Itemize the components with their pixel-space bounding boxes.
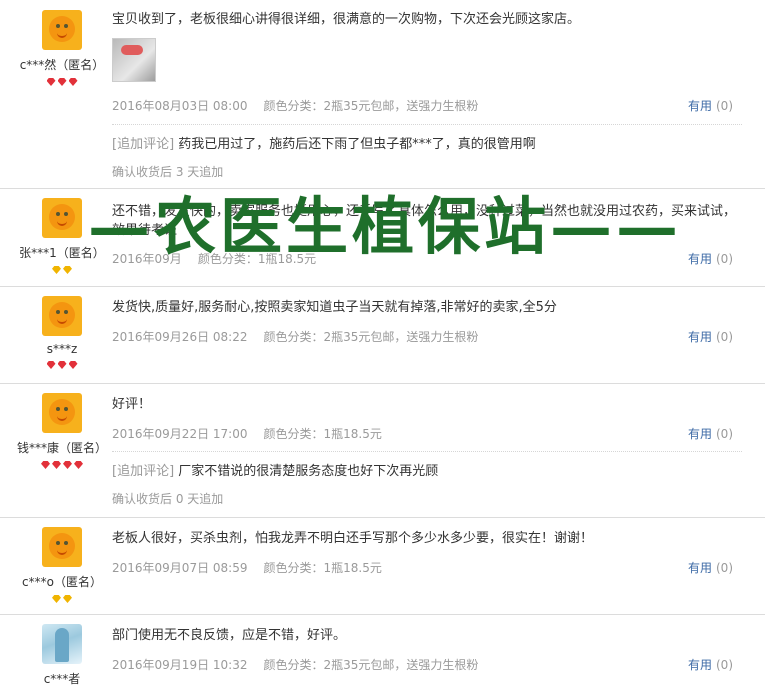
- review-spec: 颜色分类：2瓶35元包邮，送强力生根粉: [263, 330, 479, 344]
- reviewer: c***者: [0, 614, 124, 687]
- reviewer-name[interactable]: c***然（匿名）: [0, 56, 124, 73]
- review-date: 2016年09月26日 08:22: [112, 330, 248, 344]
- gem-icon: [63, 266, 72, 274]
- append-time: 确认收货后 0 天追加: [112, 492, 224, 506]
- avatar[interactable]: [42, 393, 82, 433]
- photo-avatar[interactable]: [42, 624, 82, 664]
- review-date: 2016年09月22日 17:00: [112, 427, 248, 441]
- useful-control: 有用 (0): [688, 250, 733, 267]
- append-text: 厂家不错说的很清楚服务态度也好下次再光顾: [178, 464, 439, 479]
- append-comment: [追加评论] 厂家不错说的很清楚服务态度也好下次再光顾: [112, 460, 438, 479]
- review-text: 宝贝收到了，老板很细心讲得很详细，很满意的一次购物，下次还会光顾这家店。: [112, 12, 581, 27]
- gem-icon: [46, 78, 56, 86]
- reputation-badge: [0, 75, 124, 87]
- review-item: s***z 发货快,质量好,服务耐心,按照卖家知道虫子当天就有掉落,非常好的卖家…: [0, 286, 765, 384]
- useful-button[interactable]: 有用: [688, 99, 712, 113]
- reputation-badge: [0, 592, 124, 604]
- review-item: 张***1（匿名） 还不错，发货快的，卖家服务也挺用心，还手写了具体怎么用，没种…: [0, 188, 765, 287]
- review-spec: 颜色分类：1瓶18.5元: [197, 252, 317, 266]
- reviewer-name[interactable]: c***者: [0, 670, 124, 687]
- reputation-badge: [0, 358, 124, 370]
- avatar[interactable]: [42, 10, 82, 50]
- reviewer: c***然（匿名）: [0, 0, 124, 87]
- review-spec: 颜色分类：1瓶18.5元: [263, 561, 382, 575]
- review-item: 钱***康（匿名） 好评！ 2016年09月22日 17:00 颜色分类：1瓶18…: [0, 383, 765, 518]
- review-text: 好评！: [112, 397, 152, 412]
- gem-icon: [46, 361, 56, 369]
- gem-icon: [52, 266, 61, 274]
- reviewer-name[interactable]: 张***1（匿名）: [0, 244, 124, 261]
- append-comment: [追加评论] 药我已用过了，施药后还下雨了但虫子都***了，真的很管用啊: [112, 133, 536, 152]
- reviewer: 张***1（匿名）: [0, 188, 124, 275]
- review-text: 还不错，发货快的，卖家服务也挺用心，还手写了具体怎么用，没种过菜，当然也就没用过…: [112, 204, 737, 238]
- gem-icon: [63, 461, 72, 469]
- useful-button[interactable]: 有用: [688, 658, 712, 672]
- review-item: c***然（匿名） 宝贝收到了，老板很细心讲得很详细，很满意的一次购物，下次还会…: [0, 0, 765, 189]
- gem-icon: [68, 361, 78, 369]
- divider: [112, 451, 742, 452]
- avatar[interactable]: [42, 296, 82, 336]
- reputation-badge: [0, 458, 124, 470]
- avatar[interactable]: [42, 198, 82, 238]
- useful-button[interactable]: 有用: [688, 252, 712, 266]
- review-date: 2016年09月07日 08:59: [112, 561, 248, 575]
- gem-icon: [74, 461, 83, 469]
- gem-icon: [52, 461, 61, 469]
- useful-count: (0): [716, 658, 733, 672]
- review-text: 老板人很好，买杀虫剂，怕我龙弄不明白还手写那个多少水多少要，很实在！谢谢！: [112, 531, 594, 546]
- avatar[interactable]: [42, 527, 82, 567]
- useful-button[interactable]: 有用: [688, 561, 712, 575]
- review-date: 2016年09月: [112, 252, 182, 266]
- review-meta: 2016年09月 颜色分类：1瓶18.5元: [112, 250, 742, 267]
- useful-control: 有用 (0): [688, 559, 733, 576]
- useful-control: 有用 (0): [688, 425, 733, 442]
- review-date: 2016年08月03日 08:00: [112, 99, 248, 113]
- useful-control: 有用 (0): [688, 656, 733, 673]
- reputation-badge: [0, 263, 124, 275]
- reviewer-name[interactable]: 钱***康（匿名）: [0, 439, 124, 456]
- review-item: c***者 部门使用无不良反馈，应是不错，好评。 2016年09月19日 10:…: [0, 614, 765, 686]
- useful-count: (0): [716, 561, 733, 575]
- gem-icon: [68, 78, 78, 86]
- gem-icon: [63, 595, 72, 603]
- review-spec: 颜色分类：2瓶35元包邮，送强力生根粉: [263, 99, 479, 113]
- review-meta: 2016年08月03日 08:00 颜色分类：2瓶35元包邮，送强力生根粉: [112, 97, 742, 114]
- append-tag: [追加评论]: [112, 464, 175, 479]
- reviewer: c***o（匿名）: [0, 517, 124, 604]
- gem-icon: [57, 78, 67, 86]
- gem-icon: [52, 595, 61, 603]
- useful-count: (0): [716, 99, 733, 113]
- review-meta: 2016年09月19日 10:32 颜色分类：2瓶35元包邮，送强力生根粉: [112, 656, 742, 673]
- reviewer: 钱***康（匿名）: [0, 383, 124, 470]
- review-spec: 颜色分类：2瓶35元包邮，送强力生根粉: [263, 658, 479, 672]
- review-meta: 2016年09月26日 08:22 颜色分类：2瓶35元包邮，送强力生根粉: [112, 328, 742, 345]
- useful-count: (0): [716, 427, 733, 441]
- reviewer-name[interactable]: s***z: [0, 342, 124, 356]
- useful-count: (0): [716, 330, 733, 344]
- review-spec: 颜色分类：1瓶18.5元: [263, 427, 382, 441]
- review-text: 部门使用无不良反馈，应是不错，好评。: [112, 628, 347, 643]
- useful-button[interactable]: 有用: [688, 427, 712, 441]
- divider: [112, 124, 742, 125]
- useful-control: 有用 (0): [688, 328, 733, 345]
- review-date: 2016年09月19日 10:32: [112, 658, 248, 672]
- review-item: c***o（匿名） 老板人很好，买杀虫剂，怕我龙弄不明白还手写那个多少水多少要，…: [0, 517, 765, 615]
- gem-icon: [57, 361, 67, 369]
- reviewer: s***z: [0, 286, 124, 370]
- review-meta: 2016年09月22日 17:00 颜色分类：1瓶18.5元: [112, 425, 742, 442]
- useful-control: 有用 (0): [688, 97, 733, 114]
- append-time: 确认收货后 3 天追加: [112, 165, 224, 179]
- review-photo-thumbnail[interactable]: [112, 38, 156, 82]
- reviewer-name[interactable]: c***o（匿名）: [0, 573, 124, 590]
- useful-count: (0): [716, 252, 733, 266]
- review-text: 发货快,质量好,服务耐心,按照卖家知道虫子当天就有掉落,非常好的卖家,全5分: [112, 300, 557, 315]
- append-text: 药我已用过了，施药后还下雨了但虫子都***了，真的很管用啊: [178, 137, 536, 152]
- gem-icon: [41, 461, 50, 469]
- append-tag: [追加评论]: [112, 137, 175, 152]
- useful-button[interactable]: 有用: [688, 330, 712, 344]
- review-meta: 2016年09月07日 08:59 颜色分类：1瓶18.5元: [112, 559, 742, 576]
